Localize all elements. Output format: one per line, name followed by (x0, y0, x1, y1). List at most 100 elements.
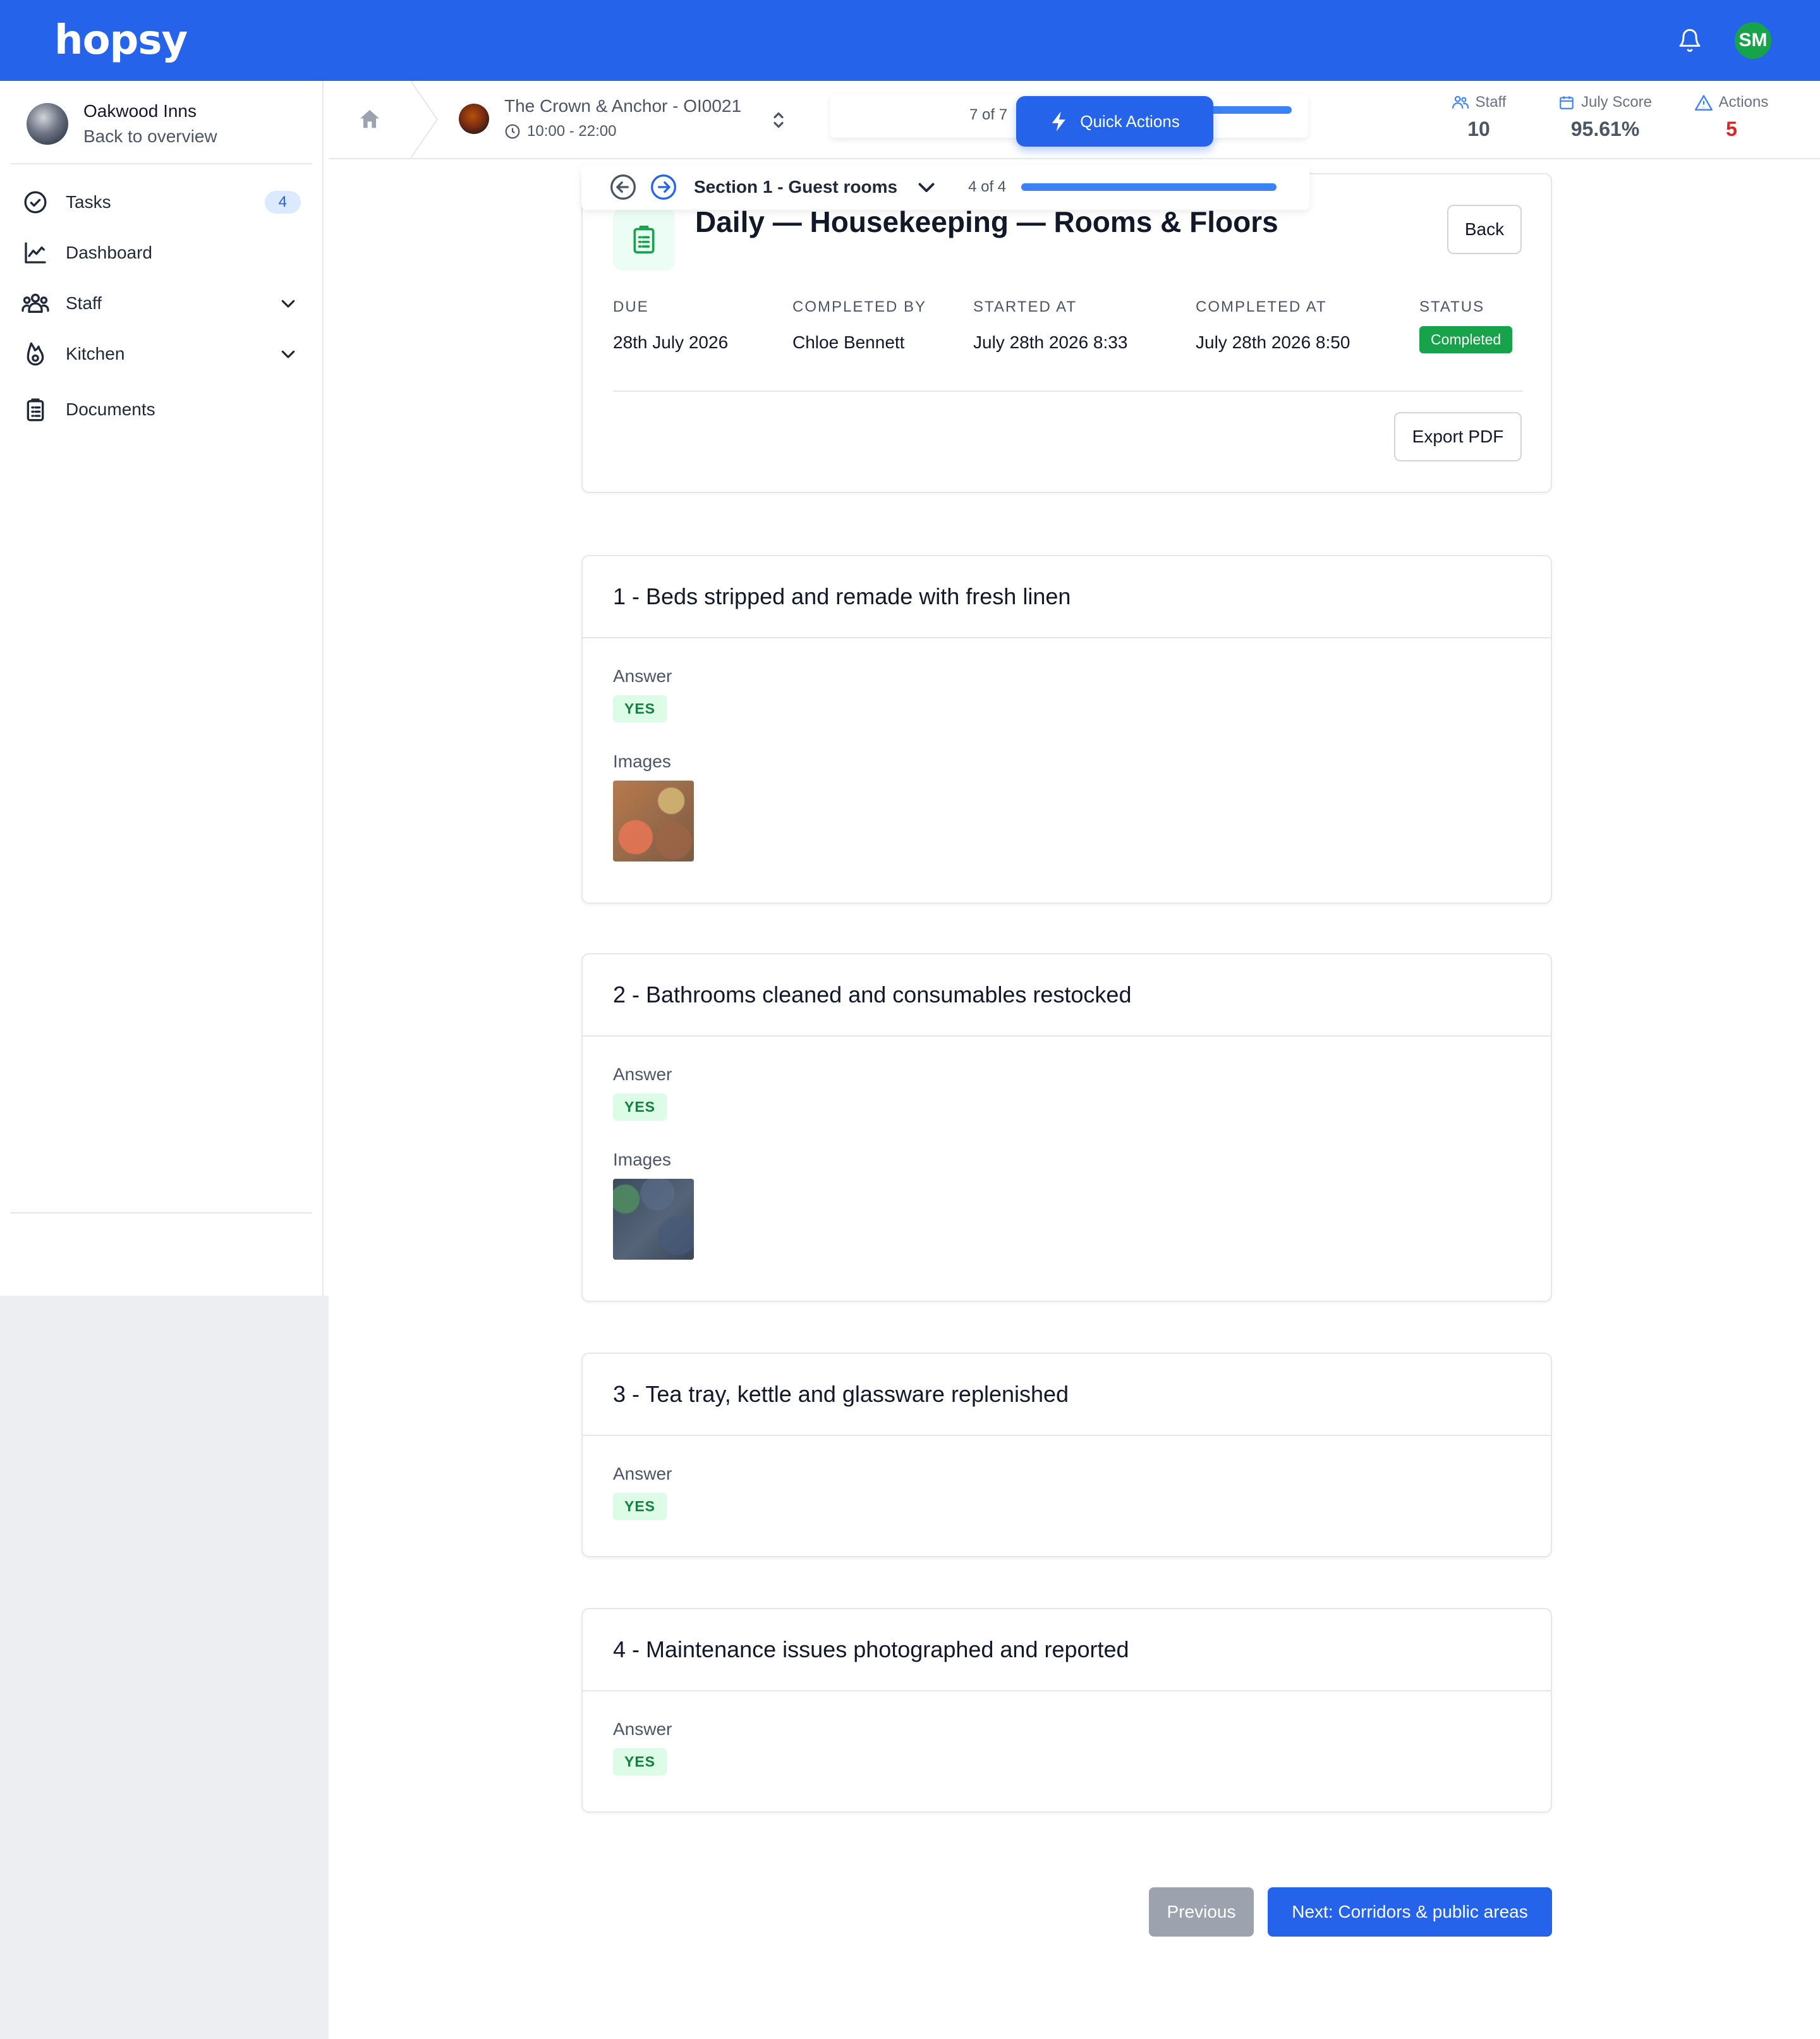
question-card: 1 - Beds stripped and remade with fresh … (581, 555, 1552, 904)
meta-key: STATUS (1419, 298, 1485, 315)
section-progress-bar (1021, 183, 1277, 191)
meta-status: STATUS Completed (1419, 298, 1513, 353)
images-label: Images (613, 752, 671, 771)
chevron-down-icon[interactable] (915, 176, 938, 198)
sub-header: The Crown & Anchor - OI0021 10:00 - 22:0… (329, 81, 1820, 159)
stat-actions[interactable]: Actions 5 (1668, 94, 1795, 141)
meta-value: Chloe Bennett (792, 332, 905, 352)
home-button[interactable] (329, 81, 411, 158)
stat-label: Staff (1475, 94, 1507, 111)
location-hours: 10:00 - 22:00 (504, 123, 741, 140)
meta-key: COMPLETED BY (792, 298, 927, 315)
user-avatar[interactable]: SM (1733, 20, 1773, 61)
check-circle-icon (21, 188, 49, 216)
meta-due: DUE 28th July 2026 (613, 298, 792, 353)
meta-completed-at: COMPLETED AT July 28th 2026 8:50 (1196, 298, 1419, 353)
question-card: 2 - Bathrooms cleaned and consumables re… (581, 953, 1552, 1302)
location-selector[interactable]: The Crown & Anchor - OI0021 10:00 - 22:0… (459, 96, 788, 140)
export-pdf-button[interactable]: Export PDF (1394, 412, 1522, 461)
calendar-icon (1560, 96, 1574, 109)
answer-label: Answer (613, 666, 672, 686)
sidebar-item-label: Documents (66, 399, 155, 419)
previous-section-icon[interactable] (609, 173, 637, 201)
stat-july-score[interactable]: July Score 95.61% (1542, 94, 1668, 141)
question-title: 4 - Maintenance issues photographed and … (583, 1609, 1551, 1691)
chart-line-icon (21, 239, 49, 267)
answer-badge: YES (613, 1493, 667, 1520)
stat-value: 5 (1726, 118, 1737, 140)
org-avatar (27, 103, 68, 145)
stat-label: Actions (1718, 94, 1769, 111)
bell-icon[interactable] (1672, 23, 1708, 58)
stat-value: 10 (1467, 118, 1490, 140)
location-time: 10:00 - 22:00 (527, 123, 617, 140)
sidebar-item-tasks[interactable]: Tasks 4 (0, 177, 322, 228)
answer-label: Answer (613, 1064, 672, 1084)
breadcrumb-separator (411, 81, 439, 158)
sidebar-item-label: Tasks (66, 192, 111, 212)
sidebar-bottom-divider (10, 1212, 312, 1214)
stat-staff[interactable]: Staff 10 (1416, 94, 1542, 141)
section-navigator: Section 1 - Guest rooms 4 of 4 (581, 164, 1309, 210)
home-icon (360, 110, 379, 128)
clock-icon (505, 124, 520, 139)
sidebar-item-label: Staff (66, 293, 102, 313)
back-to-overview-link[interactable]: Back to overview (83, 126, 217, 147)
stat-value: 95.61% (1570, 118, 1640, 140)
question-title: 1 - Beds stripped and remade with fresh … (583, 556, 1551, 638)
meta-key: COMPLETED AT (1196, 298, 1327, 315)
meta-key: DUE (613, 298, 649, 315)
answer-image-thumbnail[interactable] (613, 1179, 694, 1260)
quick-actions-button[interactable]: Quick Actions (1016, 96, 1213, 147)
next-section-button[interactable]: Next: Corridors & public areas (1268, 1887, 1552, 1937)
stat-label: July Score (1580, 94, 1653, 111)
answer-badge: YES (613, 1748, 667, 1775)
question-card: 3 - Tea tray, kettle and glassware reple… (581, 1353, 1552, 1557)
sidebar-item-label: Dashboard (66, 243, 152, 262)
chevron-up-down-icon[interactable] (769, 109, 788, 135)
quick-actions-label: Quick Actions (1080, 111, 1180, 131)
sidebar-item-dashboard[interactable]: Dashboard (0, 228, 322, 278)
previous-button[interactable]: Previous (1149, 1887, 1254, 1937)
page-title: Daily — Housekeeping — Rooms & Floors (695, 205, 1278, 238)
summary-divider (613, 391, 1523, 392)
sidebar-item-label: Kitchen (66, 344, 125, 363)
chevron-down-icon[interactable] (276, 341, 301, 367)
sidebar-item-documents[interactable]: Documents (0, 384, 322, 435)
answer-label: Answer (613, 1719, 672, 1739)
meta-key: STARTED AT (973, 298, 1077, 315)
next-section-icon[interactable] (650, 173, 677, 201)
clipboard-check-icon (613, 209, 675, 271)
answer-label: Answer (613, 1464, 672, 1483)
question-title: 3 - Tea tray, kettle and glassware reple… (583, 1354, 1551, 1436)
meta-started-at: STARTED AT July 28th 2026 8:33 (973, 298, 1196, 353)
meta-value: July 28th 2026 8:33 (973, 332, 1128, 352)
answer-image-thumbnail[interactable] (613, 781, 694, 861)
meta-value: July 28th 2026 8:50 (1196, 332, 1350, 352)
checklist-meta: DUE 28th July 2026 COMPLETED BY Chloe Be… (613, 298, 1513, 353)
question-title: 2 - Bathrooms cleaned and consumables re… (583, 954, 1551, 1037)
section-title[interactable]: Section 1 - Guest rooms (694, 177, 897, 197)
sidebar-item-kitchen[interactable]: Kitchen (0, 329, 322, 379)
images-label: Images (613, 1150, 671, 1169)
sidebar-footer-area (0, 1296, 329, 2039)
flame-icon (21, 340, 49, 368)
sidebar-item-staff[interactable]: Staff (0, 278, 322, 329)
checklist-summary-card: Daily — Housekeeping — Rooms & Floors Ba… (581, 173, 1552, 493)
sidebar: Oakwood Inns Back to overview Tasks 4 Da… (0, 81, 324, 1296)
app-logo[interactable]: hopsy (54, 17, 188, 64)
lightning-icon (1052, 111, 1066, 131)
tasks-count-badge: 4 (264, 191, 301, 214)
question-card: 4 - Maintenance issues photographed and … (581, 1608, 1552, 1813)
chevron-down-icon[interactable] (276, 291, 301, 316)
status-badge: Completed (1419, 326, 1513, 353)
back-button[interactable]: Back (1447, 205, 1522, 254)
warning-icon (1694, 95, 1713, 111)
header-stats: Staff 10 July Score 95.61% Actions 5 (1416, 94, 1795, 141)
location-title: The Crown & Anchor - OI0021 (504, 96, 742, 116)
users-icon (1452, 95, 1469, 109)
section-progress-text: 4 of 4 (968, 178, 1007, 195)
org-name: Oakwood Inns (83, 101, 197, 121)
location-avatar (459, 104, 489, 134)
org-switcher[interactable]: Oakwood Inns Back to overview (0, 81, 322, 163)
